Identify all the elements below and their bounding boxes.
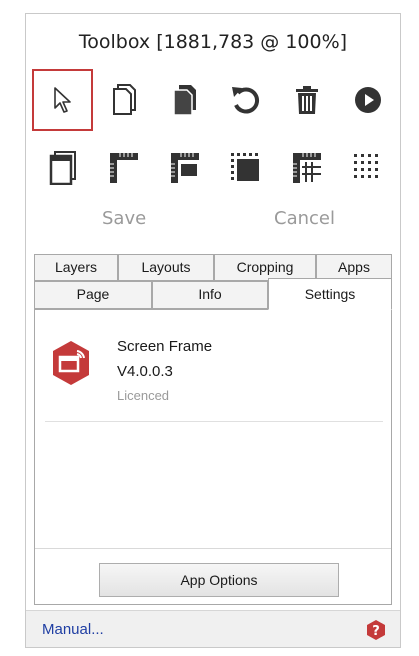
save-button[interactable]: Save <box>102 208 146 229</box>
tab-page[interactable]: Page <box>34 281 152 309</box>
copy-outline-icon <box>112 84 136 115</box>
app-version: V4.0.0.3 <box>117 363 173 380</box>
ruler-block-icon <box>170 153 199 183</box>
ruler-grid-tool[interactable] <box>276 137 337 199</box>
app-options-button[interactable]: App Options <box>99 563 339 597</box>
copy-filled-tool[interactable] <box>154 69 215 131</box>
ruler-corner-tool[interactable] <box>93 137 154 199</box>
window-title: Toolbox [1881,783 @ 100%] <box>78 31 348 53</box>
manual-link[interactable]: Manual... <box>42 621 104 638</box>
copy-outline-tool[interactable] <box>93 69 154 131</box>
divider <box>35 548 391 549</box>
tool-row-1 <box>32 69 398 131</box>
app-name: Screen Frame <box>117 338 213 355</box>
dotted-block-tool[interactable] <box>215 137 276 199</box>
screen-frame-logo-icon <box>53 341 89 385</box>
settings-panel: Screen Frame V4.0.0.3 Licenced App Optio… <box>34 309 392 605</box>
cancel-button[interactable]: Cancel <box>274 208 335 229</box>
tool-row-2 <box>32 137 398 199</box>
tab-layouts[interactable]: Layouts <box>118 254 214 281</box>
copy-filled-icon <box>172 85 196 116</box>
app-card: Screen Frame V4.0.0.3 Licenced <box>45 332 383 422</box>
dot-grid-icon <box>353 154 378 178</box>
tab-layers[interactable]: Layers <box>34 254 118 281</box>
action-bar: Save Cancel <box>26 204 400 244</box>
rotate-tool[interactable] <box>215 69 276 131</box>
license-status: Licenced <box>117 388 170 403</box>
trash-tool[interactable] <box>276 69 337 131</box>
help-icon[interactable]: ? <box>366 620 386 640</box>
pointer-icon <box>53 87 71 113</box>
play-icon <box>354 87 381 113</box>
frame-stack-icon <box>49 151 76 185</box>
play-tool[interactable] <box>337 69 398 131</box>
svg-text:?: ? <box>372 624 380 639</box>
frame-stack-tool[interactable] <box>32 137 93 199</box>
tab-info[interactable]: Info <box>152 281 268 309</box>
pointer-tool[interactable] <box>32 69 93 131</box>
toolbox-window: Toolbox [1881,783 @ 100%] Save Cancel La… <box>25 13 401 648</box>
status-bar: Manual... ? <box>26 610 400 647</box>
rotate-icon <box>231 87 259 114</box>
tab-cropping[interactable]: Cropping <box>214 254 316 281</box>
dot-grid-tool[interactable] <box>337 137 398 199</box>
trash-icon <box>295 86 318 114</box>
tool-grid <box>32 69 398 205</box>
dotted-block-icon <box>230 153 259 181</box>
ruler-block-tool[interactable] <box>154 137 215 199</box>
ruler-grid-icon <box>292 153 321 183</box>
tab-settings[interactable]: Settings <box>268 278 392 310</box>
tab-apps[interactable]: Apps <box>316 254 392 281</box>
ruler-corner-icon <box>109 153 138 183</box>
